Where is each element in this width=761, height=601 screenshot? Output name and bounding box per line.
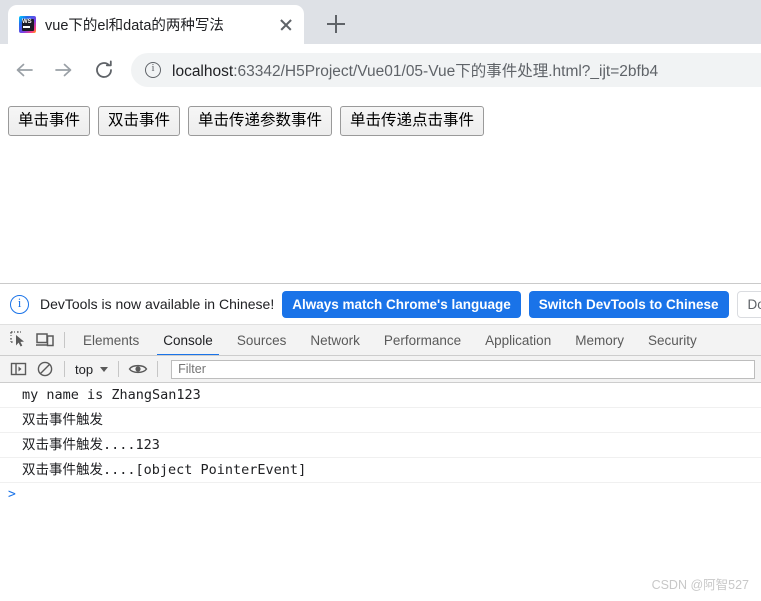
url-path: :63342/H5Project/Vue01/05-Vue下的事件处理.html… [233,63,659,80]
click-event-button[interactable]: 单击事件 [8,106,91,136]
tab-sources[interactable]: Sources [225,325,299,355]
page-viewport: 单击事件 双击事件 单击传递参数事件 单击传递点击事件 [0,96,761,283]
toolbar-divider [64,332,65,348]
info-circle-icon[interactable] [145,62,161,78]
console-output: my name is ZhangSan123 双击事件触发 双击事件触发....… [0,383,761,563]
console-message: 双击事件触发 [0,408,761,433]
tab-title: vue下的el和data的两种写法 [45,18,224,34]
clear-console-icon[interactable] [32,356,58,382]
page-button-row: 单击事件 双击事件 单击传递参数事件 单击传递点击事件 [8,106,753,136]
devtools-tab-bar: Elements Console Sources Network Perform… [0,325,761,356]
favicon-label: WS [22,18,32,25]
console-context-value: top [75,361,94,377]
console-toolbar-divider-2 [118,361,120,377]
browser-tab[interactable]: WS vue下的el和data的两种写法 [8,5,304,44]
devtools-panel: DevTools is now available in Chinese! Al… [0,283,761,601]
tab-elements[interactable]: Elements [71,325,151,355]
url-host: localhost [172,63,234,80]
new-tab-icon[interactable] [322,10,350,38]
forward-arrow-icon[interactable] [48,54,80,86]
banner-message: DevTools is now available in Chinese! [40,296,275,312]
info-circle-icon [10,294,29,314]
console-sidebar-icon[interactable] [6,356,32,382]
devtools-language-banner: DevTools is now available in Chinese! Al… [0,284,761,325]
console-toolbar-divider-3 [157,361,159,377]
console-toolbar-divider-1 [64,361,65,377]
reload-icon[interactable] [88,54,120,86]
console-toolbar: top [0,356,761,383]
watermark: CSDN @阿智527 [651,578,749,592]
console-context-select[interactable]: top [71,362,112,377]
dblclick-event-button[interactable]: 双击事件 [98,106,181,136]
console-input-line[interactable]: > [0,483,761,507]
console-message: 双击事件触发....[object PointerEvent] [0,458,761,483]
webstorm-icon: WS [19,16,36,33]
live-expression-eye-icon[interactable] [125,356,151,382]
tab-network[interactable]: Network [298,325,372,355]
inspect-element-icon[interactable] [6,327,32,353]
always-match-language-button[interactable]: Always match Chrome's language [282,290,521,318]
browser-toolbar: localhost:63342/H5Project/Vue01/05-Vue下的… [0,44,761,96]
filter-input[interactable] [171,359,755,379]
url-text: localhost:63342/H5Project/Vue01/05-Vue下的… [172,59,658,81]
dont-show-again-button[interactable]: Don't show again [736,290,761,318]
tab-console[interactable]: Console [151,325,225,355]
address-bar[interactable]: localhost:63342/H5Project/Vue01/05-Vue下的… [131,53,761,87]
tab-security[interactable]: Security [636,325,709,355]
click-with-event-button[interactable]: 单击传递点击事件 [340,106,485,136]
console-message: 双击事件触发....123 [0,433,761,458]
device-toolbar-icon[interactable] [32,327,58,353]
click-with-param-button[interactable]: 单击传递参数事件 [188,106,333,136]
chevron-down-icon [100,366,109,372]
tab-memory[interactable]: Memory [563,325,636,355]
back-arrow-icon[interactable] [8,54,40,86]
close-icon[interactable] [276,15,296,35]
browser-window: WS vue下的el和data的两种写法 loca [0,0,761,601]
switch-devtools-chinese-button[interactable]: Switch DevTools to Chinese [528,290,729,318]
tab-strip: WS vue下的el和data的两种写法 [0,0,761,44]
prompt-arrow-icon: > [8,487,16,502]
tab-application[interactable]: Application [473,325,563,355]
tab-performance[interactable]: Performance [372,325,473,355]
console-message: my name is ZhangSan123 [0,383,761,408]
